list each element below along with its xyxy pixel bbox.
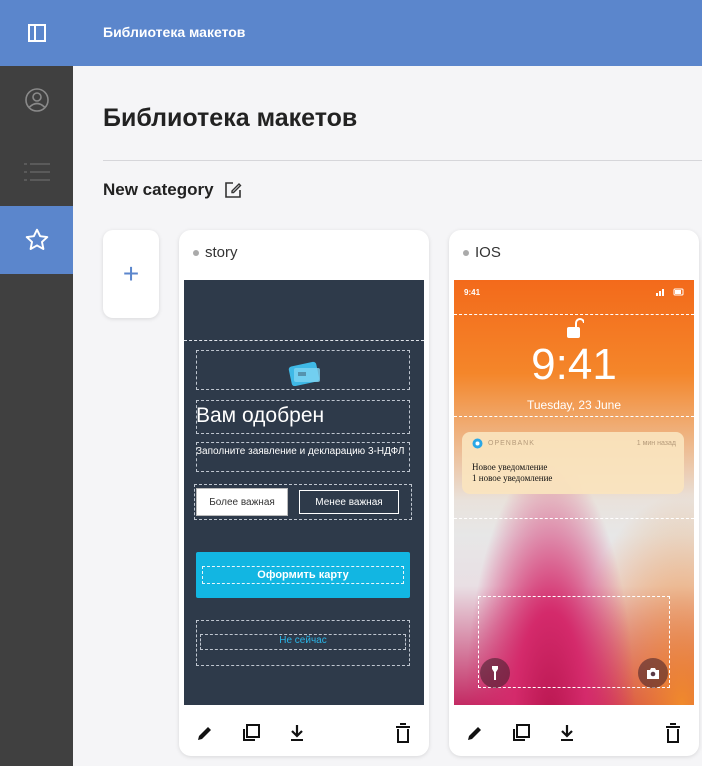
top-bar: Библиотека макетов: [0, 0, 702, 66]
unlock-icon: [567, 318, 584, 338]
template-preview[interactable]: Вам одобрен Заполните заявление и деклар…: [184, 280, 424, 705]
option-b-button: Менее важная: [299, 490, 399, 514]
divider: [184, 340, 424, 341]
panel-icon: [27, 24, 46, 42]
duplicate-button[interactable]: [239, 721, 263, 745]
camera-button: [638, 658, 668, 688]
add-template-button[interactable]: +: [103, 230, 159, 318]
notification-body: 1 новое уведомление: [472, 473, 553, 483]
download-icon: [291, 725, 303, 741]
card-header: IOS: [463, 244, 501, 261]
trash-icon: [396, 723, 410, 743]
template-preview[interactable]: 9:41 9:41 Tuesday, 23 June OPENBANK 1 ми…: [454, 280, 694, 705]
sidebar-item-list[interactable]: [0, 138, 73, 206]
notification-time: 1 мин назад: [636, 440, 676, 447]
divider: [454, 314, 694, 315]
notification-title: Новое уведомление: [472, 462, 548, 472]
signal-battery-icon: [656, 288, 684, 296]
delete-button[interactable]: [391, 721, 415, 745]
list-icon: [23, 163, 50, 181]
card-toolbar: [449, 710, 699, 756]
copy-icon: [243, 724, 260, 741]
cta-label: Оформить карту: [257, 569, 349, 581]
card-header: story: [193, 244, 238, 261]
template-card-ios[interactable]: IOS 9:41 9:41 Tuesday, 23 June OPENBANK …: [449, 230, 699, 756]
edit-icon: [224, 182, 242, 198]
edit-category-button[interactable]: [224, 181, 242, 199]
status-time: 9:41: [464, 288, 481, 297]
duplicate-button[interactable]: [509, 721, 533, 745]
sidebar: [0, 66, 73, 766]
flashlight-icon: [492, 666, 498, 680]
option-a-button: Более важная: [196, 488, 288, 516]
pencil-icon: [198, 727, 211, 740]
ios-preview: 9:41 9:41 Tuesday, 23 June OPENBANK 1 ми…: [454, 280, 694, 705]
category-name: New category: [103, 180, 214, 199]
trash-icon: [666, 723, 680, 743]
camera-icon: [647, 667, 659, 679]
download-button[interactable]: [555, 721, 579, 745]
card-icon: [288, 361, 320, 386]
delete-button[interactable]: [661, 721, 685, 745]
template-card-story[interactable]: story Вам одобрен Заполните заявление и …: [179, 230, 429, 756]
copy-icon: [513, 724, 530, 741]
sidebar-item-favorites[interactable]: [0, 206, 73, 274]
status-icons: [656, 288, 684, 298]
lock-time: 9:41: [531, 340, 617, 389]
divider: [454, 518, 694, 519]
story-preview: Вам одобрен Заполните заявление и деклар…: [184, 280, 424, 705]
notification-card: OPENBANK 1 мин назад Новое уведомление 1…: [462, 432, 684, 494]
star-icon: [25, 228, 48, 250]
story-heading: Вам одобрен: [196, 404, 325, 427]
divider: [103, 160, 702, 161]
edit-button[interactable]: [193, 721, 217, 745]
story-subtitle: Заполните заявление и декларацию 3-НДФЛ: [196, 446, 405, 457]
download-button[interactable]: [285, 721, 309, 745]
flashlight-button: [480, 658, 510, 688]
card-title: story: [205, 244, 238, 261]
skip-button: Не сейчас: [279, 634, 327, 646]
card-toolbar: [179, 710, 429, 756]
notification-app: OPENBANK: [488, 440, 535, 447]
category-header: New category: [103, 180, 242, 200]
sidebar-toggle-button[interactable]: [0, 0, 73, 66]
user-icon: [24, 88, 49, 112]
divider: [454, 416, 694, 417]
main-content: Библиотека макетов New category + story: [73, 66, 702, 766]
edit-button[interactable]: [463, 721, 487, 745]
app-title: Библиотека макетов: [103, 24, 246, 40]
page-title: Библиотека макетов: [103, 104, 358, 132]
pencil-icon: [468, 727, 481, 740]
sidebar-item-profile[interactable]: [0, 66, 73, 134]
download-icon: [561, 725, 573, 741]
card-title: IOS: [475, 244, 501, 261]
cta-button: Оформить карту: [196, 552, 410, 598]
lock-date: Tuesday, 23 June: [526, 398, 622, 412]
app-logo-icon: [472, 438, 483, 449]
status-dot: [193, 249, 199, 256]
status-dot: [463, 249, 469, 256]
